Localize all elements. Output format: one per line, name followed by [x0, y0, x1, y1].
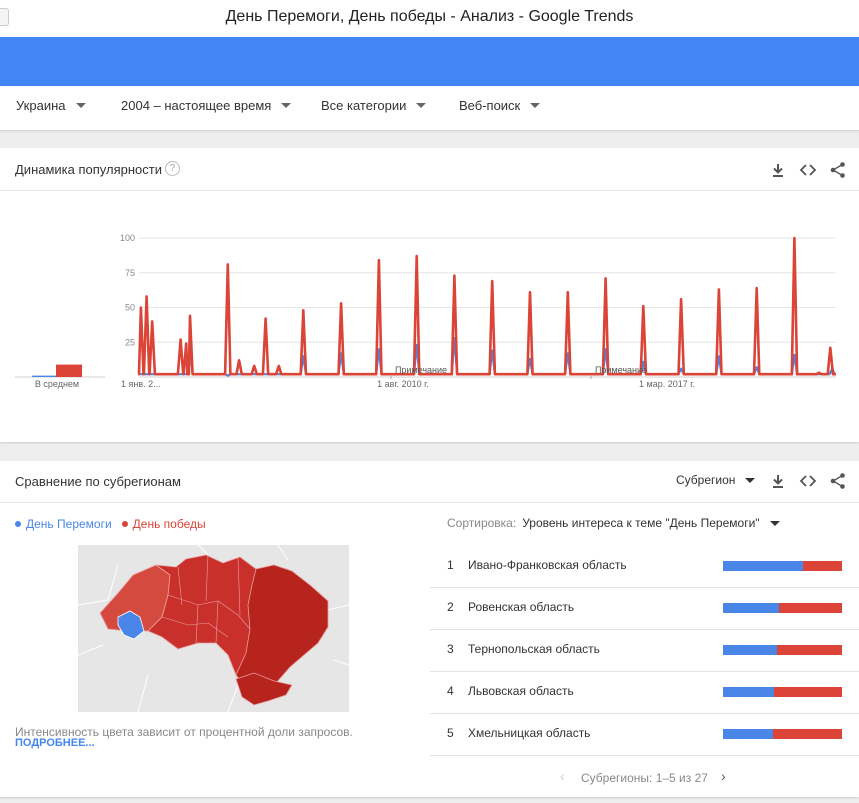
search-type-filter[interactable]: Веб-поиск: [459, 98, 541, 113]
chevron-down-icon: [75, 103, 86, 108]
chart-series: [137, 236, 836, 377]
row-region-name: Хмельницкая область: [468, 726, 591, 740]
bar-pobed: [778, 603, 842, 613]
next-page-button[interactable]: ›: [721, 768, 726, 784]
table-row[interactable]: 4 Львовская область: [430, 671, 859, 714]
chevron-down-icon: [769, 520, 780, 526]
row-rank: 2: [447, 600, 454, 614]
bar-perem: [723, 729, 773, 739]
bar-pobed: [802, 561, 842, 571]
embed-icon[interactable]: [799, 472, 817, 490]
row-interest-bar: [723, 687, 842, 697]
note-label: Примечание: [595, 365, 647, 375]
bar-perem: [723, 687, 775, 697]
x-tick-label: 1 авг. 2010 г.: [377, 379, 429, 389]
more-link[interactable]: ПОДРОБНЕЕ...: [15, 737, 95, 749]
x-tick-label: 1 янв. 2...: [121, 379, 161, 389]
search-type-filter-label: Веб-поиск: [459, 98, 521, 113]
subregion-dropdown-label: Субрегион: [676, 473, 736, 487]
row-interest-bar: [723, 645, 842, 655]
average-label: В среднем: [35, 379, 79, 389]
filter-bar: Украина 2004 – настоящее время Все катег…: [0, 86, 859, 131]
table-row[interactable]: 1 Ивано-Франковская область: [430, 545, 859, 588]
chevron-down-icon: [745, 477, 756, 483]
series-line-pobed: [137, 236, 836, 376]
regions-title: Сравнение по субрегионам: [15, 474, 181, 489]
app-header: [0, 37, 859, 86]
pagination-label: Субрегионы: 1–5 из 27: [581, 771, 708, 785]
row-rank: 4: [447, 684, 454, 698]
x-tick-label: 1 мар. 2017 г.: [639, 379, 695, 389]
region-filter[interactable]: Украина: [16, 98, 86, 113]
row-rank: 5: [447, 726, 454, 740]
window-titlebar: День Перемоги, День победы - Анализ - Go…: [0, 0, 859, 37]
y-tick-label: 25: [125, 337, 135, 347]
average-bar-perem: [32, 375, 56, 377]
average-bar-pobed: [56, 364, 82, 377]
legend: День Перемоги День победы: [15, 517, 206, 531]
help-icon[interactable]: ?: [165, 161, 180, 176]
row-rank: 1: [447, 558, 454, 572]
legend-item-pobed: День победы: [132, 517, 206, 531]
region-filter-label: Украина: [16, 98, 66, 113]
row-region-name: Ивано-Франковская область: [468, 558, 627, 572]
y-tick-label: 50: [125, 303, 135, 313]
sort-label: Сортировка:: [447, 516, 517, 530]
bar-perem: [723, 561, 803, 571]
average-bars: В среднем: [15, 364, 105, 389]
series-line-perem: [139, 337, 836, 377]
interest-title: Динамика популярности: [15, 162, 162, 177]
download-icon[interactable]: [769, 472, 787, 490]
time-filter-label: 2004 – настоящее время: [121, 98, 272, 113]
bar-pobed: [776, 645, 842, 655]
time-filter[interactable]: 2004 – настоящее время: [121, 98, 292, 113]
legend-dot-blue: [15, 521, 21, 527]
prev-page-button[interactable]: ‹: [560, 768, 565, 784]
chevron-down-icon: [281, 103, 292, 108]
legend-dot-red: [121, 521, 128, 527]
y-tick-label: 75: [125, 268, 135, 278]
bar-perem: [723, 603, 779, 613]
table-row[interactable]: 5 Хмельницкая область: [430, 713, 859, 756]
legend-item-perem: День Перемоги: [26, 517, 112, 531]
ukraine-map[interactable]: [78, 545, 349, 712]
row-interest-bar: [723, 729, 842, 739]
bar-pobed: [774, 687, 842, 697]
chevron-down-icon: [530, 103, 541, 108]
category-filter-label: Все категории: [321, 98, 407, 113]
row-interest-bar: [723, 561, 842, 571]
row-region-name: Тернопольская область: [468, 642, 600, 656]
share-icon[interactable]: [829, 472, 847, 490]
category-filter[interactable]: Все категории: [321, 98, 427, 113]
bar-perem: [723, 645, 777, 655]
interest-chart: 25 50 75 100 В среднем 1 янв. 2... 1 авг. 20…: [15, 233, 836, 389]
table-row[interactable]: 3 Тернопольская область: [430, 629, 859, 672]
download-icon[interactable]: [769, 161, 787, 179]
interest-card: Динамика популярности ? 25 50 75 100 В сред…: [0, 148, 859, 442]
table-row[interactable]: 2 Ровенская область: [430, 587, 859, 630]
row-region-name: Львовская область: [468, 684, 574, 698]
row-rank: 3: [447, 642, 454, 656]
window-title: День Перемоги, День победы - Анализ - Go…: [225, 8, 634, 25]
bar-pobed: [772, 729, 842, 739]
sort-control: Сортировка: Уровень интереса к теме "Ден…: [447, 516, 780, 530]
subregion-dropdown[interactable]: Субрегион: [676, 473, 756, 487]
chevron-down-icon: [416, 103, 427, 108]
card-divider: [0, 502, 859, 503]
row-interest-bar: [723, 603, 842, 613]
note-label: Примечание: [395, 365, 447, 375]
row-region-name: Ровенская область: [468, 600, 575, 614]
sort-dropdown[interactable]: Уровень интереса к теме "День Перемоги": [522, 516, 759, 530]
share-icon[interactable]: [829, 161, 847, 179]
embed-icon[interactable]: [799, 161, 817, 179]
y-tick-label: 100: [120, 233, 135, 243]
